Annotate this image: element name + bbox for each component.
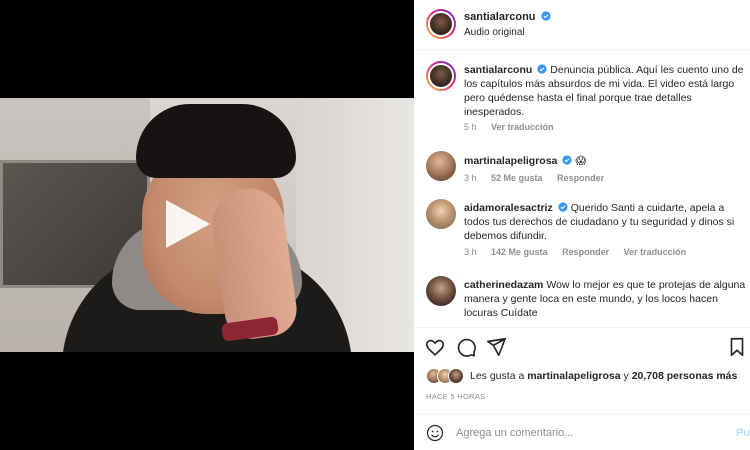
likes-conjunction: y	[623, 370, 629, 382]
comment-input[interactable]	[456, 423, 716, 443]
audio-label[interactable]: Audio original	[464, 27, 525, 38]
comment-meta: 3 h 142 Me gusta Responder Ver traducció…	[464, 247, 698, 257]
video-player[interactable]	[0, 98, 414, 352]
comment-reply-link[interactable]: Responder	[562, 247, 609, 257]
author-username[interactable]: santialarconu	[464, 11, 551, 23]
action-bar	[414, 327, 750, 365]
caption-meta: 5 h Ver traducción	[464, 122, 566, 132]
author-username-text[interactable]: santialarconu	[464, 11, 536, 23]
comment-text-block: aidamoralesactriz Querido Santi a cuidart…	[464, 201, 746, 243]
comments-list[interactable]: santialarconu Denuncia pública. Aquí les …	[414, 51, 750, 326]
comment-username[interactable]: aidamoralesactriz	[464, 202, 553, 214]
comment-time: 3 h	[464, 173, 477, 183]
heart-icon[interactable]	[424, 336, 446, 358]
comment-translate-link[interactable]: Ver traducción	[624, 247, 687, 257]
media-panel	[0, 0, 414, 450]
likes-prefix: Les gusta a	[470, 370, 525, 382]
comment-avatar[interactable]	[426, 276, 456, 306]
verified-icon	[541, 11, 551, 21]
caption-username[interactable]: santialarconu	[464, 64, 532, 76]
likes-summary: Les gusta a martinalapeligrosa y 20,708 …	[426, 366, 750, 386]
comment-avatar[interactable]	[426, 151, 456, 181]
caption-avatar[interactable]	[426, 61, 456, 91]
verified-icon	[558, 202, 568, 212]
liker-avatar	[448, 368, 464, 384]
verified-icon	[562, 155, 572, 165]
comment-username[interactable]: catherinedazam	[464, 279, 543, 291]
comment-text: 😱	[575, 155, 587, 167]
post-comment-button[interactable]: Pu	[736, 427, 750, 439]
comment-time: 3 h	[464, 247, 477, 257]
caption-translate-link[interactable]: Ver traducción	[491, 122, 554, 132]
add-comment-bar: Pu	[414, 414, 750, 450]
comment-reply-link[interactable]: Responder	[557, 173, 604, 183]
emoji-icon[interactable]	[426, 424, 444, 442]
post-header: santialarconu Audio original	[414, 0, 750, 50]
post-timestamp[interactable]: HACE 5 HORAS	[426, 392, 485, 401]
share-icon[interactable]	[485, 336, 507, 358]
play-icon[interactable]	[166, 200, 210, 248]
likes-user[interactable]: martinalapeligrosa	[527, 370, 620, 382]
comment-username[interactable]: martinalapeligrosa	[464, 155, 557, 167]
likes-count[interactable]: 20,708 personas más	[632, 370, 738, 382]
likers-avatar-stack[interactable]	[426, 368, 466, 384]
post-panel: santialarconu Audio original santialarco…	[414, 0, 750, 450]
comment-likes[interactable]: 142 Me gusta	[491, 247, 548, 257]
likes-text: Les gusta a martinalapeligrosa y 20,708 …	[470, 370, 737, 382]
comment-meta: 3 h 52 Me gusta Responder	[464, 173, 616, 183]
verified-icon	[537, 64, 547, 74]
caption-time: 5 h	[464, 122, 477, 132]
caption-text-block: santialarconu Denuncia pública. Aquí les …	[464, 63, 746, 119]
bookmark-icon[interactable]	[726, 336, 748, 358]
comment-text-block: catherinedazam Wow lo mejor es que te pro…	[464, 278, 746, 320]
comment-text-block: martinalapeligrosa 😱	[464, 154, 746, 168]
comment-avatar[interactable]	[426, 199, 456, 229]
video-person-hair	[136, 104, 296, 178]
author-avatar[interactable]	[426, 9, 456, 39]
comment-likes[interactable]: 52 Me gusta	[491, 173, 543, 183]
comment-icon[interactable]	[455, 336, 477, 358]
